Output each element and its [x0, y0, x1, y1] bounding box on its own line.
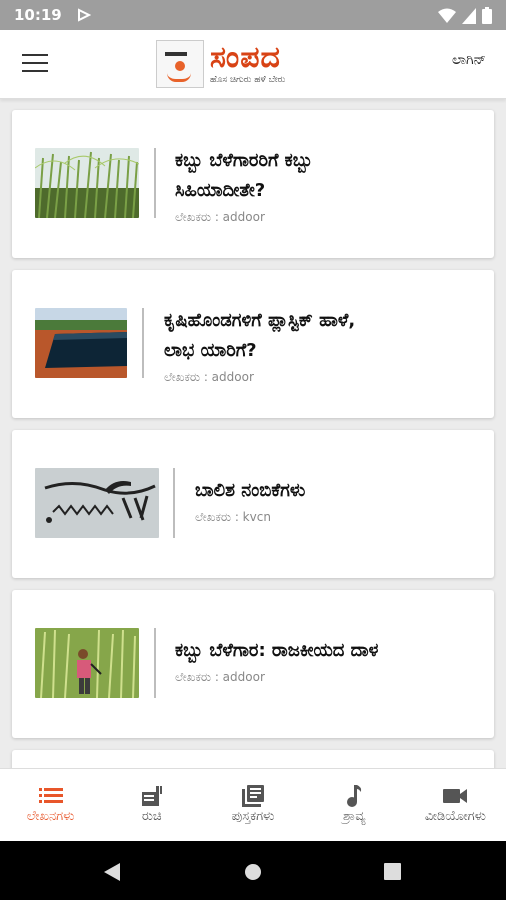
sugarcane-field-icon [35, 148, 139, 218]
article-card[interactable] [12, 750, 494, 768]
article-title-line2[interactable]: ಸಿಹಿಯಾದೀತೇ? [175, 176, 313, 206]
logo-mark-icon [156, 40, 204, 88]
nav-item-audio[interactable]: ಶ್ರಾವ್ಯ [304, 769, 405, 842]
logo-title: ಸಂಪದ [210, 40, 281, 75]
article-title[interactable]: ಬಾಲಿಶ ನಂಬಿಕೆಗಳು [195, 476, 305, 506]
article-card[interactable]: ಕೃಷಿಹೊಂಡಗಳಿಗೆ ಪ್ಲಾಸ್ಟಿಕ್ ಹಾಳೆ, ಲಾಭ ಯಾರಿಗ… [12, 270, 494, 418]
nav-label: ಲೇಖನಗಳು [26, 809, 75, 824]
hamburger-menu-icon[interactable] [22, 54, 48, 74]
nav-label: ವೀಡಿಯೋಗಳು [424, 809, 486, 824]
logo-tagline: ಹೊಸ ಚಿಗುರು ಹಳೆ ಬೇರು [210, 75, 286, 85]
nav-item-books[interactable]: ಪುಸ್ತಕಗಳು [202, 769, 303, 842]
article-author: ಲೇಖಕರು : kvcn [195, 510, 271, 524]
status-time: 10:19 [14, 6, 62, 24]
article-title[interactable]: ಕಬ್ಬು ಬೆಳೆಗಾರರಿಗೆ ಕಬ್ಬು [175, 146, 313, 176]
nav-label: ಪುಸ್ತಕಗಳು [231, 809, 275, 824]
article-title-line2[interactable]: ಲಾಭ ಯಾರಿಗೆ? [164, 336, 355, 366]
books-icon [202, 783, 303, 809]
article-title[interactable]: ಕೃಷಿಹೊಂಡಗಳಿಗೆ ಪ್ಲಾಸ್ಟಿಕ್ ಹಾಳೆ, [164, 306, 355, 336]
nav-label: ಶ್ರಾವ್ಯ [342, 809, 366, 824]
article-author: ಲೇಖಕರು : addoor [175, 670, 265, 684]
music-note-icon [304, 783, 405, 809]
app-logo[interactable]: ಸಂಪದ ಹೊಸ ಚಿಗುರು ಹಳೆ ಬೇರು [156, 40, 285, 88]
signal-icon [462, 7, 476, 28]
nav-item-recipes[interactable]: ರುಚಿ [101, 769, 202, 842]
recents-icon[interactable] [384, 863, 401, 884]
status-bar: 10:19 [0, 0, 506, 30]
article-author: ಲೇಖಕರು : addoor [164, 370, 254, 384]
login-button[interactable]: ಲಾಗಿನ್ [452, 52, 486, 68]
home-icon[interactable] [244, 863, 262, 885]
article-card[interactable]: ಕಬ್ಬು ಬೆಳೆಗಾರರಿಗೆ ಕಬ್ಬು ಸಿಹಿಯಾದೀತೇ? ಲೇಖಕ… [12, 110, 494, 258]
nav-item-articles[interactable]: ಲೇಖನಗಳು [0, 769, 101, 842]
article-title[interactable]: ಕಬ್ಬು ಬೆಳೆಗಾರ: ರಾಜಕೀಯದ ದಾಳ [175, 636, 378, 666]
battery-icon [482, 7, 492, 28]
video-camera-icon [405, 783, 506, 809]
nav-item-videos[interactable]: ವೀಡಿಯೋಗಳು [405, 769, 506, 842]
article-author: ಲೇಖಕರು : addoor [175, 210, 265, 224]
recipe-icon [101, 783, 202, 809]
article-card[interactable]: ಬಾಲಿಶ ನಂಬಿಕೆಗಳು ಲೇಖಕರು : kvcn [12, 430, 494, 578]
back-icon[interactable] [104, 863, 122, 885]
cast-icon [77, 7, 92, 26]
app-bar: ಸಂಪದ ಹೊಸ ಚಿಗುರು ಹಳೆ ಬೇರು ಲಾಗಿನ್ [0, 30, 506, 99]
nav-label: ರುಚಿ [141, 809, 162, 824]
wifi-icon [438, 8, 456, 28]
article-card[interactable]: ಕಬ್ಬು ಬೆಳೆಗಾರ: ರಾಜಕೀಯದ ದಾಳ ಲೇಖಕರು : addo… [12, 590, 494, 738]
farm-pond-icon [35, 308, 127, 378]
article-list[interactable]: ಕಬ್ಬು ಬೆಳೆಗಾರರಿಗೆ ಕಬ್ಬು ಸಿಹಿಯಾದೀತೇ? ಲೇಖಕ… [0, 108, 506, 768]
bottom-navigation: ಲೇಖನಗಳು ರುಚಿ ಪುಸ್ತಕಗಳು ಶ್ರಾವ್ಯ ವೀಡಿಯೋಗಳು [0, 768, 506, 842]
list-icon [0, 783, 101, 809]
system-navigation-bar [0, 841, 506, 900]
wall-drawing-icon [35, 468, 159, 538]
farmer-sugarcane-icon [35, 628, 139, 698]
